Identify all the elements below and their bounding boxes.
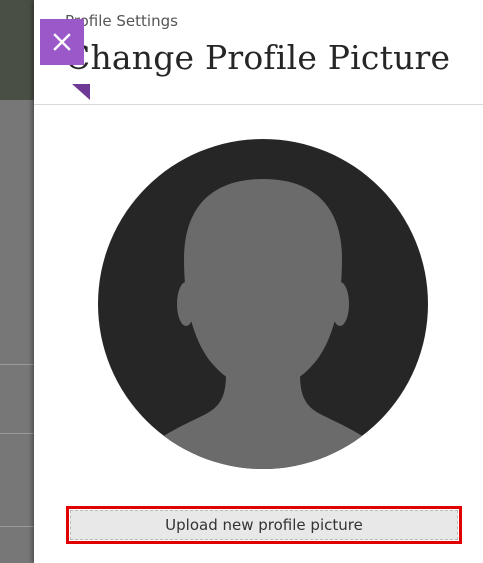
background-header-strip xyxy=(0,0,34,100)
close-icon xyxy=(53,33,71,51)
profile-settings-panel: Profile Settings Change Profile Picture … xyxy=(34,0,483,563)
background-divider xyxy=(0,526,34,527)
close-button-tab-tail xyxy=(72,84,90,100)
panel-header: Profile Settings Change Profile Picture xyxy=(34,0,483,105)
background-divider xyxy=(0,364,34,365)
close-panel-button[interactable] xyxy=(40,19,90,100)
background-page xyxy=(0,0,34,563)
upload-profile-picture-button[interactable]: Upload new profile picture xyxy=(70,510,458,540)
upload-highlight-frame: Upload new profile picture xyxy=(66,506,462,544)
default-user-avatar-icon xyxy=(98,139,428,469)
page-title: Change Profile Picture xyxy=(65,38,451,77)
background-divider xyxy=(0,433,34,434)
